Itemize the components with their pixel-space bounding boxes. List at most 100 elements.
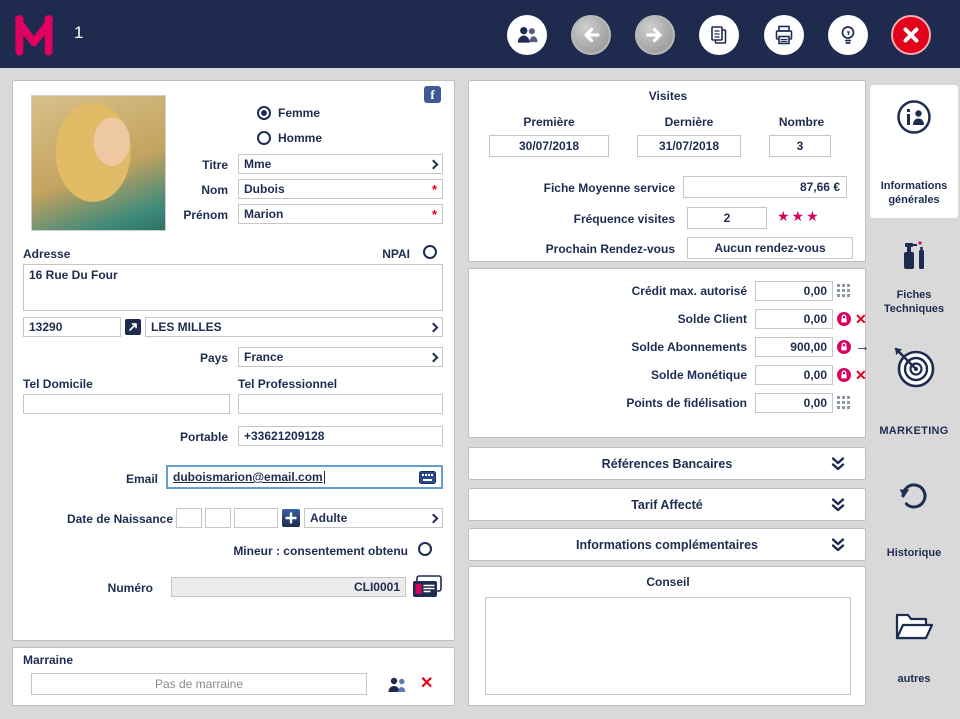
tel-professionnel-label: Tel Professionnel (238, 377, 338, 391)
portable-field[interactable]: +33621209128 (238, 426, 443, 446)
amount: 0,00 (803, 368, 827, 382)
back-icon[interactable] (571, 15, 611, 55)
section-references-bancaires[interactable]: Références Bancaires (468, 447, 866, 480)
email-field[interactable]: duboismarion@email.com (166, 465, 443, 489)
sidebar-item-informations-generales[interactable]: Informations générales (870, 85, 958, 218)
lock-icon[interactable] (837, 312, 851, 326)
forward-icon[interactable] (635, 15, 675, 55)
adresse-field[interactable]: 16 Rue Du Four (23, 264, 443, 311)
expand-chevron-icon (831, 497, 845, 513)
prenom-label: Prénom (183, 208, 228, 222)
tips-icon[interactable] (828, 15, 868, 55)
nom-field[interactable]: Dubois * (238, 179, 443, 199)
sidebar-item-historique[interactable]: Historique (870, 468, 958, 563)
sidebar-item-label: Informations générales (880, 180, 948, 207)
prochain-rdv-text: Aucun rendez-vous (714, 241, 826, 255)
tel-professionnel-field[interactable] (238, 394, 443, 414)
portable-label: Portable (179, 430, 228, 444)
copy-icon[interactable] (699, 15, 739, 55)
tel-domicile-field[interactable] (23, 394, 230, 414)
numpad-icon[interactable] (837, 284, 850, 297)
frequence-visites-label: Fréquence visites (573, 212, 675, 226)
ville-select[interactable]: LES MILLES (145, 317, 443, 337)
sidebar-item-label: Historique (886, 547, 942, 559)
points-fidelisation-label: Points de fidélisation (626, 396, 747, 410)
gender-male-radio[interactable] (257, 131, 271, 145)
code-postal-field[interactable]: 13290 (23, 317, 121, 337)
mineur-consent-radio[interactable] (418, 542, 432, 556)
rating-stars-icon: ★★★ (777, 208, 821, 224)
derniere-visite-value: 31/07/2018 (637, 135, 741, 157)
conseil-textarea[interactable] (485, 597, 851, 695)
loyalty-card-icon[interactable] (412, 575, 442, 599)
marraine-field[interactable]: Pas de marraine (31, 673, 367, 695)
lock-icon[interactable] (837, 340, 851, 354)
pays-select[interactable]: France (238, 347, 443, 367)
add-birthdate-button[interactable] (282, 509, 300, 527)
delete-icon[interactable]: ✕ (855, 367, 867, 383)
solde-row: Crédit max. autorisé 0,00 (469, 281, 867, 305)
client-card: f Femme Homme Titre Mme Nom Dubois * Pré… (12, 80, 455, 641)
gender-male-label: Homme (278, 131, 323, 145)
sidebar-item-autres[interactable]: autres (870, 600, 958, 695)
keyboard-icon[interactable] (419, 470, 436, 484)
app-window: 1 f Femme Homme Titre Mme Nom Dubois * P… (0, 0, 960, 719)
titre-select[interactable]: Mme (238, 154, 443, 174)
solde-row: Solde Monétique 0,00 ✕ (469, 365, 867, 389)
col-premiere-label: Première (523, 115, 575, 129)
age-category-value: Adulte (310, 511, 348, 525)
delete-icon[interactable]: ✕ (855, 311, 867, 327)
solde-row: Solde Abonnements 900,00 → (469, 337, 870, 361)
numpad-icon[interactable] (837, 396, 850, 409)
numero-value: CLI0001 (353, 580, 400, 594)
adresse-value: 16 Rue Du Four (29, 268, 118, 282)
age-category-select[interactable]: Adulte (304, 508, 443, 528)
premiere-date: 30/07/2018 (518, 139, 580, 153)
print-icon[interactable] (764, 15, 804, 55)
chevron-right-icon (428, 322, 439, 332)
pays-label: Pays (199, 351, 228, 365)
section-informations-complementaires[interactable]: Informations complémentaires (468, 528, 866, 561)
nombre-count: 3 (796, 139, 804, 153)
sidebar-item-label: Fiches Techniques (883, 289, 945, 316)
close-icon[interactable] (891, 15, 931, 55)
chevron-right-icon (428, 513, 439, 523)
section-tarif-affecte[interactable]: Tarif Affecté (468, 488, 866, 521)
conseil-title: Conseil (646, 575, 690, 589)
npai-radio[interactable] (423, 245, 437, 259)
facebook-icon[interactable]: f (424, 86, 441, 103)
products-icon (898, 238, 930, 272)
amount: 0,00 (803, 284, 827, 298)
marraine-value: Pas de marraine (154, 677, 244, 691)
points-fidelisation-value[interactable]: 0,00 (755, 393, 833, 413)
numero-field: CLI0001 (171, 577, 406, 597)
select-godmother-icon[interactable] (385, 675, 409, 695)
remove-godmother-icon[interactable]: ✕ (420, 676, 433, 692)
chevron-right-icon (428, 159, 439, 169)
birth-year-field[interactable] (234, 508, 278, 528)
transfer-icon[interactable]: → (855, 339, 870, 355)
fiche-moyenne-label: Fiche Moyenne service (543, 181, 675, 195)
city-search-button[interactable] (125, 319, 141, 335)
credit-max-value[interactable]: 0,00 (755, 281, 833, 301)
prochain-rdv-value[interactable]: Aucun rendez-vous (687, 237, 853, 259)
sidebar-item-fiches-techniques[interactable]: Fiches Techniques (870, 230, 958, 330)
premiere-visite-value: 30/07/2018 (489, 135, 609, 157)
marraine-title: Marraine (23, 653, 74, 667)
birth-day-field[interactable] (176, 508, 202, 528)
birth-month-field[interactable] (205, 508, 231, 528)
clients-icon[interactable] (507, 15, 547, 55)
titre-label: Titre (202, 158, 228, 172)
solde-client-value: 0,00 (755, 309, 833, 329)
prenom-field[interactable]: Marion * (238, 204, 443, 224)
folder-icon (894, 610, 934, 642)
history-icon (895, 476, 933, 514)
target-icon (891, 344, 937, 390)
gender-female-radio[interactable] (257, 106, 271, 120)
lock-icon[interactable] (837, 368, 851, 382)
col-nombre-label: Nombre (778, 115, 825, 129)
amount: 0,00 (803, 396, 827, 410)
sidebar-item-marketing[interactable]: MARKETING (870, 340, 958, 442)
ville-value: LES MILLES (151, 320, 222, 334)
solde-row: Points de fidélisation 0,00 (469, 393, 867, 417)
